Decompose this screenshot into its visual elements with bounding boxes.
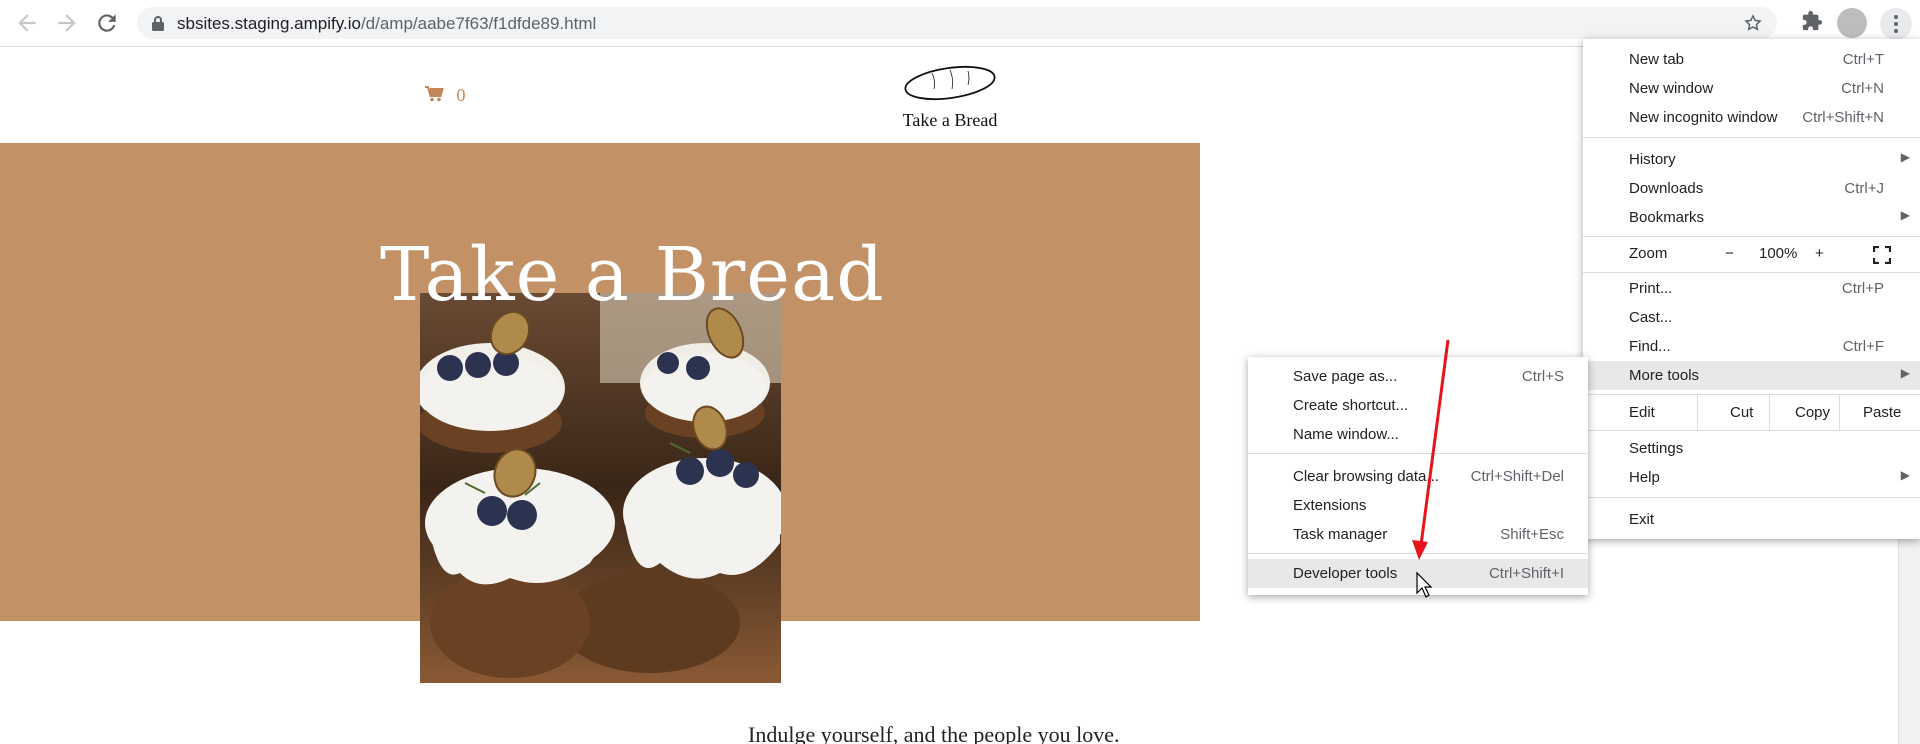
cart-link[interactable]: 0 bbox=[424, 85, 466, 106]
back-icon[interactable] bbox=[14, 10, 40, 36]
fullscreen-icon[interactable] bbox=[1873, 246, 1891, 264]
logo-text: Take a Bread bbox=[902, 110, 998, 130]
menu-item-find[interactable]: Find... Ctrl+F bbox=[1583, 332, 1920, 361]
menu-item-new-incognito[interactable]: New incognito window Ctrl+Shift+N bbox=[1583, 103, 1920, 132]
kebab-menu-button[interactable] bbox=[1880, 8, 1912, 40]
submenu-item-save-page[interactable]: Save page as... Ctrl+S bbox=[1248, 362, 1588, 391]
menu-divider bbox=[1583, 430, 1920, 431]
zoom-label: Zoom bbox=[1629, 245, 1668, 262]
submenu-arrow-icon: ▶ bbox=[1900, 208, 1910, 222]
lock-icon[interactable] bbox=[151, 15, 165, 31]
zoom-out-button[interactable]: − bbox=[1725, 245, 1734, 262]
cart-icon bbox=[425, 86, 444, 102]
submenu-arrow-icon: ▶ bbox=[1900, 150, 1910, 164]
edit-label: Edit bbox=[1629, 404, 1655, 421]
edit-divider bbox=[1769, 395, 1770, 430]
reload-icon[interactable] bbox=[94, 10, 120, 36]
more-tools-submenu: Save page as... Ctrl+S Create shortcut...… bbox=[1248, 357, 1588, 595]
url-text[interactable]: sbsites.staging.ampify.io/d/amp/aabe7f63… bbox=[177, 14, 596, 34]
menu-divider bbox=[1248, 553, 1588, 554]
submenu-item-create-shortcut[interactable]: Create shortcut... bbox=[1248, 391, 1588, 420]
menu-divider bbox=[1583, 272, 1920, 273]
tagline: Indulge yourself, and the people you lov… bbox=[748, 722, 1120, 744]
chrome-main-menu: New tab Ctrl+T New window Ctrl+N New incog… bbox=[1583, 39, 1920, 539]
cart-count: 0 bbox=[456, 85, 466, 105]
submenu-item-name-window[interactable]: Name window... bbox=[1248, 420, 1588, 449]
submenu-arrow-icon: ▶ bbox=[1900, 366, 1910, 380]
menu-item-downloads[interactable]: Downloads Ctrl+J bbox=[1583, 174, 1920, 203]
avatar[interactable] bbox=[1837, 8, 1867, 38]
menu-divider bbox=[1583, 497, 1920, 498]
submenu-item-extensions[interactable]: Extensions bbox=[1248, 491, 1588, 520]
menu-item-new-window[interactable]: New window Ctrl+N bbox=[1583, 74, 1920, 103]
submenu-arrow-icon: ▶ bbox=[1900, 468, 1910, 482]
cut-button[interactable]: Cut bbox=[1730, 404, 1753, 421]
menu-item-print[interactable]: Print... Ctrl+P bbox=[1583, 274, 1920, 303]
submenu-item-developer-tools[interactable]: Developer tools Ctrl+Shift+I bbox=[1248, 559, 1588, 588]
copy-button[interactable]: Copy bbox=[1795, 404, 1830, 421]
address-bar[interactable]: sbsites.staging.ampify.io/d/amp/aabe7f63… bbox=[137, 7, 1777, 39]
menu-item-bookmarks[interactable]: Bookmarks ▶ bbox=[1583, 203, 1920, 232]
extensions-icon[interactable] bbox=[1801, 10, 1823, 32]
bread-logo-icon bbox=[904, 65, 996, 101]
kebab-menu-icon bbox=[1894, 15, 1898, 33]
site-logo[interactable]: Take a Bread bbox=[900, 63, 1000, 131]
zoom-in-button[interactable]: + bbox=[1815, 245, 1824, 262]
star-icon[interactable] bbox=[1743, 13, 1763, 33]
submenu-item-task-manager[interactable]: Task manager Shift+Esc bbox=[1248, 520, 1588, 549]
edit-divider bbox=[1697, 395, 1698, 430]
menu-item-more-tools[interactable]: More tools ▶ bbox=[1583, 361, 1920, 390]
submenu-item-clear-data[interactable]: Clear browsing data... Ctrl+Shift+Del bbox=[1248, 462, 1588, 491]
menu-item-settings[interactable]: Settings bbox=[1583, 434, 1920, 463]
menu-divider bbox=[1583, 137, 1920, 138]
menu-item-new-tab[interactable]: New tab Ctrl+T bbox=[1583, 45, 1920, 74]
edit-divider bbox=[1839, 395, 1840, 430]
zoom-level: 100% bbox=[1759, 245, 1798, 262]
hero-title: Take a Bread bbox=[380, 232, 885, 318]
menu-row-edit: Edit Cut Copy Paste bbox=[1583, 395, 1920, 430]
menu-item-help[interactable]: Help ▶ bbox=[1583, 463, 1920, 492]
menu-item-cast[interactable]: Cast... bbox=[1583, 303, 1920, 332]
forward-icon[interactable] bbox=[54, 10, 80, 36]
menu-item-history[interactable]: History ▶ bbox=[1583, 145, 1920, 174]
menu-divider bbox=[1248, 453, 1588, 454]
paste-button[interactable]: Paste bbox=[1863, 404, 1901, 421]
hero-cake-image bbox=[420, 293, 781, 683]
menu-row-zoom: Zoom − 100% + bbox=[1583, 237, 1920, 272]
menu-item-exit[interactable]: Exit bbox=[1583, 505, 1920, 534]
